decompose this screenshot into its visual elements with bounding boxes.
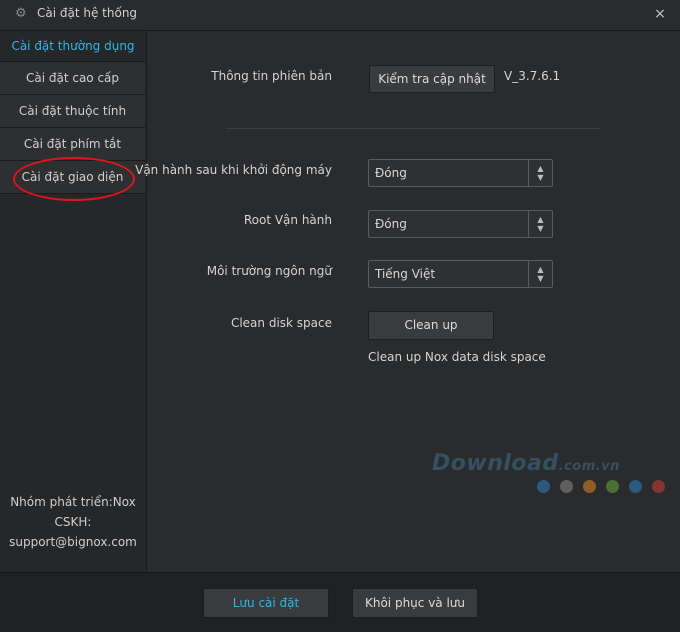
version-value: V_3.7.6.1	[504, 69, 561, 83]
sidebar-item-shortcuts[interactable]: Cài đặt phím tắt	[0, 127, 145, 160]
watermark-dot	[560, 480, 573, 493]
window-title: Cài đặt hệ thống	[37, 6, 138, 20]
bottom-bar: Lưu cài đặt Khôi phục và lưu	[0, 572, 680, 632]
watermark-dot	[583, 480, 596, 493]
language-select[interactable]: Tiếng Việt ▲ ▼	[368, 260, 553, 288]
chevron-updown-icon: ▲ ▼	[528, 261, 552, 287]
chevron-updown-icon: ▲ ▼	[528, 160, 552, 186]
watermark-text: Download	[432, 451, 559, 476]
watermark-suffix: .com.vn	[558, 459, 620, 474]
title-bar: ⚙ Cài đặt hệ thống ×	[0, 0, 680, 31]
developer-team: Nhóm phát triển:Nox	[10, 495, 136, 509]
developer-info: Nhóm phát triển:Nox CSKH: support@bignox…	[0, 492, 146, 552]
sidebar-item-interface[interactable]: Cài đặt giao diện	[0, 160, 145, 194]
watermark-dot	[629, 480, 642, 493]
language-value: Tiếng Việt	[375, 267, 436, 281]
close-button[interactable]: ×	[652, 5, 668, 23]
root-value: Đóng	[375, 217, 407, 231]
version-label: Thông tin phiên bản	[211, 69, 332, 83]
support-email: support@bignox.com	[9, 535, 137, 549]
chevron-updown-icon: ▲ ▼	[528, 211, 552, 237]
startup-value: Đóng	[375, 166, 407, 180]
clean-up-button[interactable]: Clean up	[368, 311, 494, 340]
watermark-dot	[606, 480, 619, 493]
sidebar-item-properties[interactable]: Cài đặt thuộc tính	[0, 94, 145, 127]
watermark-dot	[652, 480, 665, 493]
sidebar-item-general[interactable]: Cài đặt thường dụng	[0, 31, 146, 61]
restore-and-save-button[interactable]: Khôi phục và lưu	[352, 588, 478, 618]
sidebar: Cài đặt thường dụng Cài đặt cao cấp Cài …	[0, 31, 147, 572]
check-update-button[interactable]: Kiểm tra cập nhật	[369, 65, 495, 93]
watermark-dot	[537, 480, 550, 493]
clean-label: Clean disk space	[230, 316, 332, 330]
clean-description: Clean up Nox data disk space	[368, 350, 546, 364]
startup-label: Vận hành sau khi khởi động máy	[135, 163, 332, 177]
language-label: Môi trường ngôn ngữ	[206, 264, 332, 278]
root-label: Root Vận hành	[243, 213, 332, 227]
support-label: CSKH:	[54, 515, 92, 529]
sidebar-item-advanced[interactable]: Cài đặt cao cấp	[0, 61, 145, 94]
divider	[226, 128, 601, 129]
download-watermark: Download.com.vn	[432, 451, 620, 476]
save-settings-button[interactable]: Lưu cài đặt	[203, 588, 329, 618]
startup-select[interactable]: Đóng ▲ ▼	[368, 159, 553, 187]
root-select[interactable]: Đóng ▲ ▼	[368, 210, 553, 238]
gear-icon: ⚙	[15, 6, 27, 21]
